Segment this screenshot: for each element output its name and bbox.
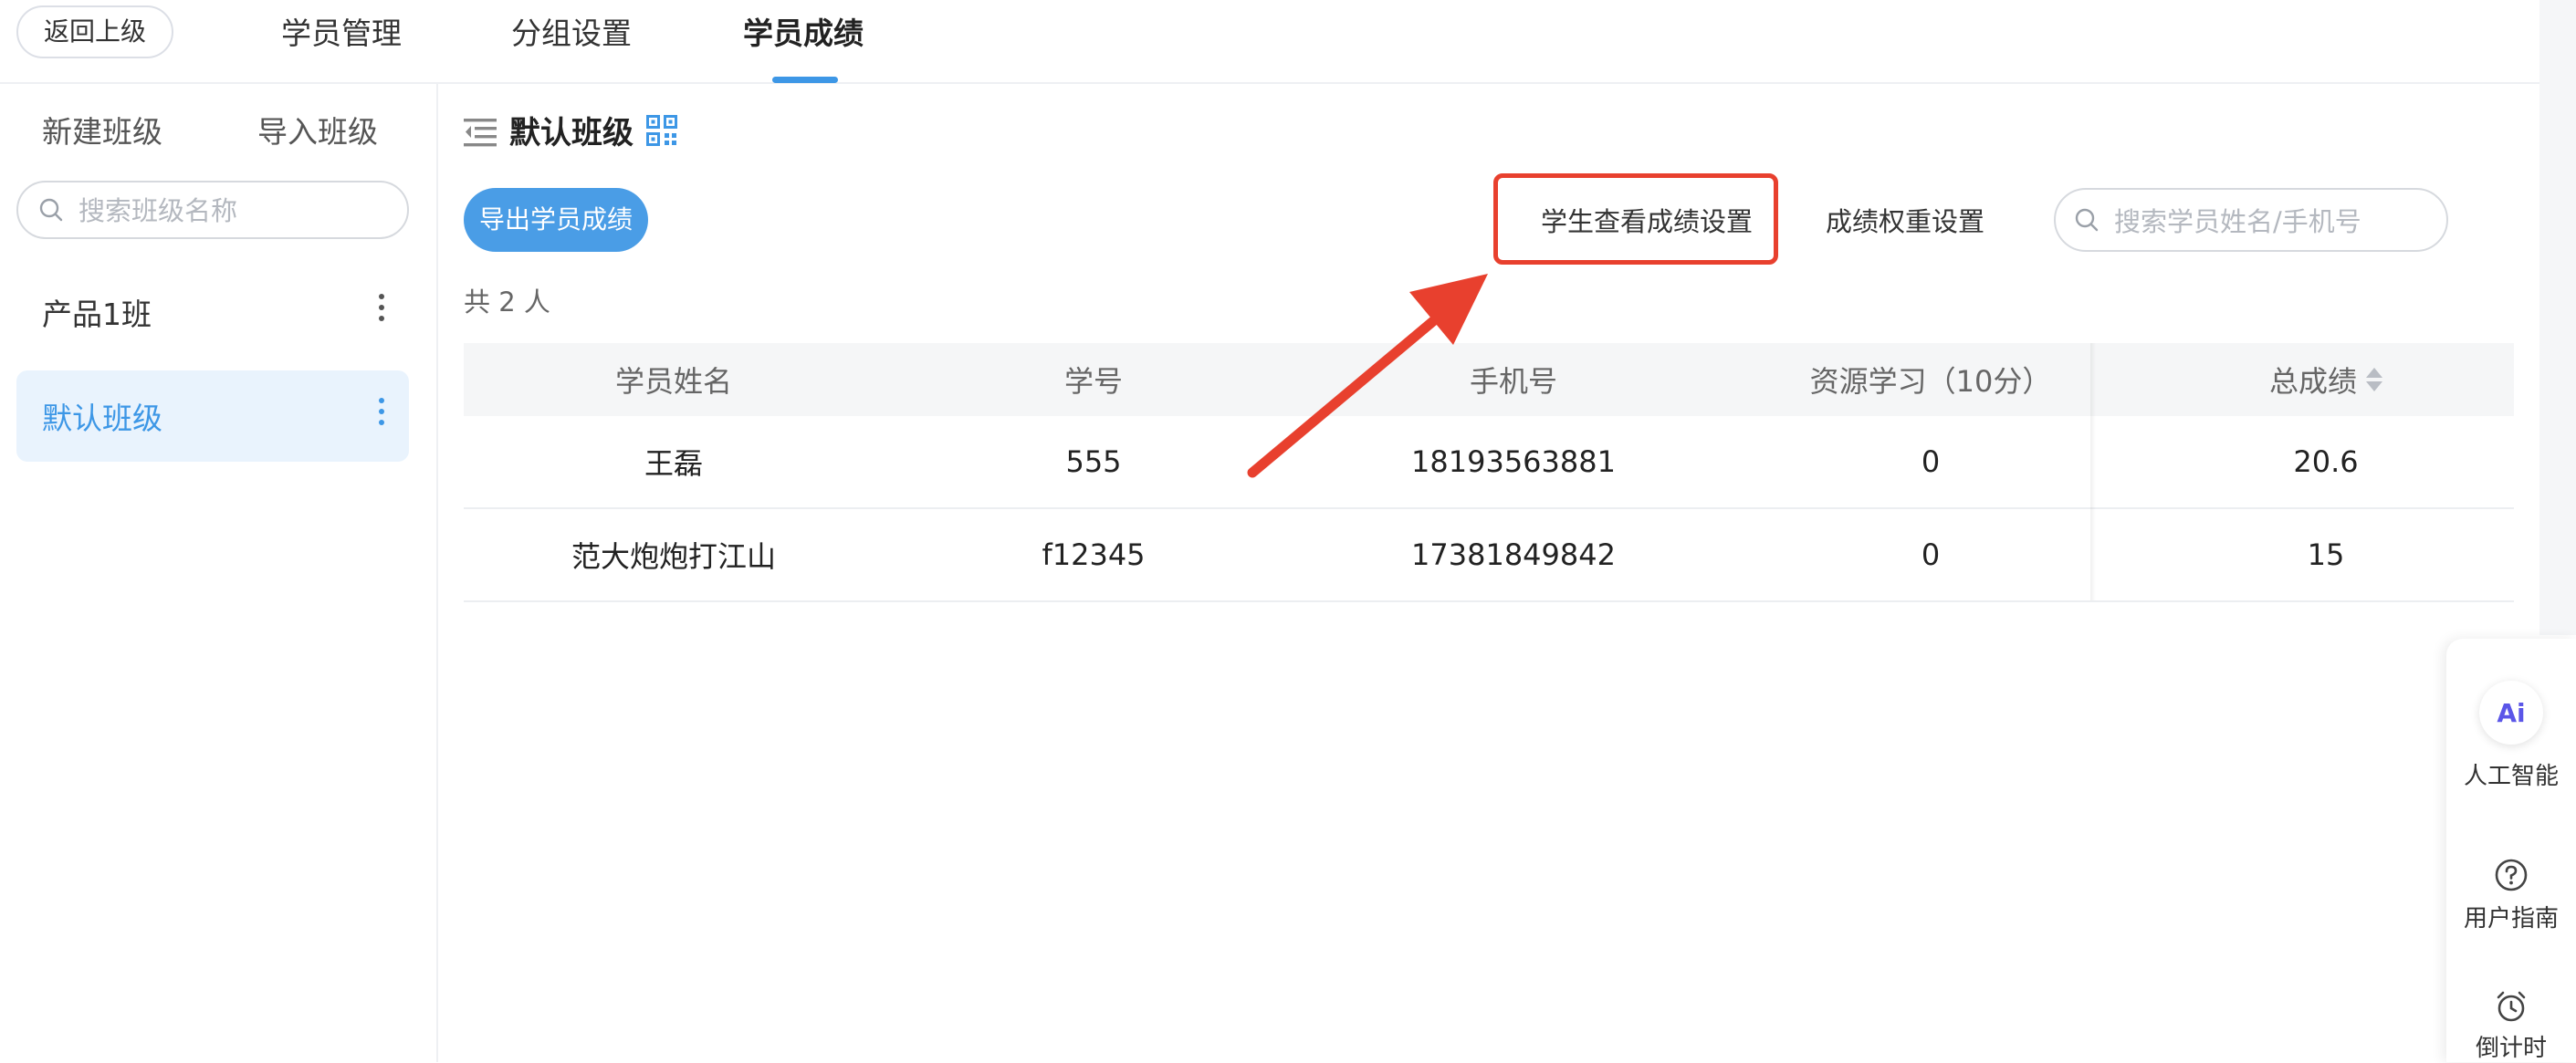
tab-group-settings[interactable]: 分组设置: [511, 11, 632, 57]
total-count: 共 2 人: [464, 287, 550, 318]
class-search-input[interactable]: [77, 190, 400, 232]
top-nav-bar: 返回上级 学员管理 分组设置 学员成绩: [0, 0, 2539, 84]
more-vertical-icon[interactable]: [378, 294, 385, 330]
back-button[interactable]: 返回上级: [16, 5, 173, 58]
ai-label: 人工智能: [2463, 763, 2559, 790]
ai-icon: Ai: [2479, 681, 2543, 745]
table-row: 范大炮炮打江山 f12345 17381849842 0 15: [464, 509, 2514, 602]
sort-icon[interactable]: [2366, 366, 2382, 393]
cell-phone: 17381849842: [1411, 537, 1616, 572]
floating-tool-panel: Ai 人工智能 用户指南 倒计时: [2446, 639, 2576, 1062]
class-item-label: 默认班级: [42, 401, 162, 436]
cell-resource: 0: [1921, 444, 1941, 479]
new-class-button[interactable]: 新建班级: [42, 108, 162, 151]
column-header-total[interactable]: 总成绩: [2138, 343, 2514, 416]
cell-total: 15: [2307, 537, 2345, 572]
student-search-box: [2054, 188, 2448, 252]
more-vertical-icon[interactable]: [378, 398, 385, 434]
class-item-label: 产品1班: [42, 297, 152, 332]
cell-name: 王磊: [644, 446, 703, 481]
guide-label: 用户指南: [2463, 905, 2559, 933]
search-icon: [2075, 208, 2099, 232]
countdown-timer-button[interactable]: 倒计时: [2446, 989, 2576, 1063]
tab-student-management[interactable]: 学员管理: [281, 11, 402, 57]
qr-code-icon[interactable]: [646, 115, 677, 146]
scrollbar-track[interactable]: [2539, 0, 2576, 635]
column-header-name: 学员姓名: [614, 364, 732, 399]
annotation-arrow: [1247, 274, 1488, 478]
alarm-clock-icon: [2497, 991, 2526, 1022]
ai-assistant-button[interactable]: Ai 人工智能: [2446, 681, 2576, 791]
class-item-default[interactable]: 默认班级: [16, 370, 409, 462]
column-header-total-label: 总成绩: [2268, 364, 2357, 399]
timer-label: 倒计时: [2475, 1035, 2547, 1062]
cell-total: 20.6: [2293, 444, 2359, 479]
export-scores-button[interactable]: 导出学员成绩: [464, 188, 648, 252]
cell-name: 范大炮炮打江山: [571, 539, 776, 574]
cell-student-id: f12345: [1042, 537, 1146, 572]
tab-student-scores[interactable]: 学员成绩: [743, 11, 864, 57]
score-weight-settings-button[interactable]: 成绩权重设置: [1826, 201, 1984, 239]
import-class-button[interactable]: 导入班级: [257, 108, 378, 151]
class-search-box: [16, 181, 409, 239]
cell-resource: 0: [1921, 537, 1941, 572]
student-search-input[interactable]: [2112, 199, 2445, 245]
active-tab-indicator: [772, 77, 838, 83]
class-item-product1[interactable]: 产品1班: [16, 266, 409, 358]
page-title: 默认班级: [509, 115, 634, 151]
user-guide-button[interactable]: 用户指南: [2446, 858, 2576, 933]
student-view-score-settings-button[interactable]: 学生查看成绩设置: [1541, 201, 1753, 239]
search-icon: [39, 198, 63, 222]
help-circle-icon: [2495, 859, 2528, 891]
collapse-list-icon[interactable]: [464, 117, 497, 148]
column-header-resource: 资源学习（10分）: [1809, 364, 2052, 399]
fixed-column-shadow: [2090, 343, 2096, 600]
